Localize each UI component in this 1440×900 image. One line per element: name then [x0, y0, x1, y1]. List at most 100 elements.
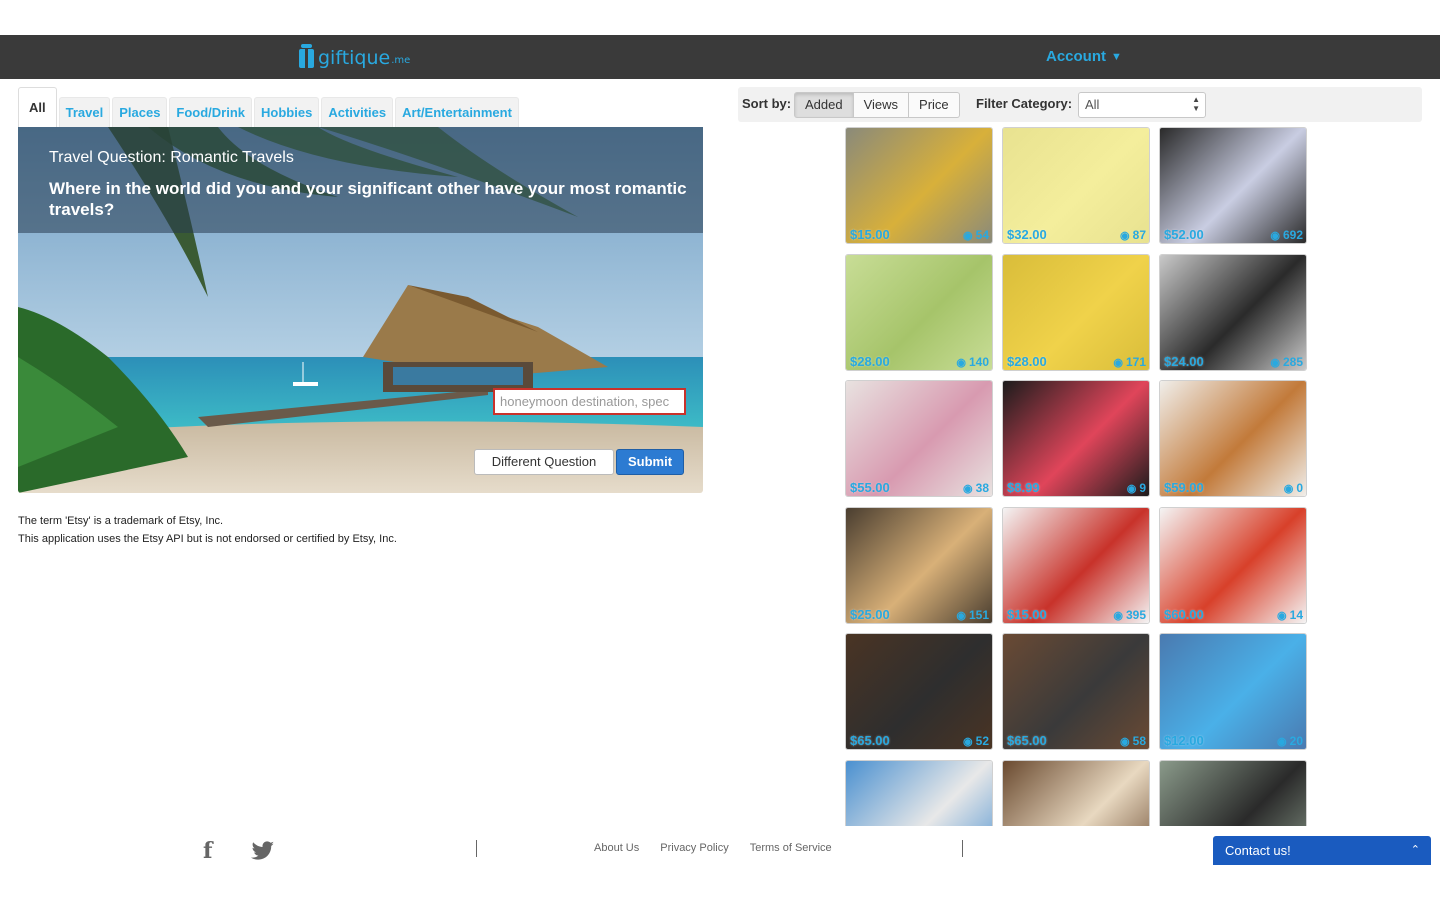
question-text: Where in the world did you and your sign…	[49, 179, 687, 219]
product-views: ◉ 395	[1113, 608, 1146, 622]
tab-hobbies[interactable]: Hobbies	[254, 97, 320, 127]
product-image	[1003, 634, 1149, 749]
filter-category-label: Filter Category:	[976, 96, 1073, 111]
privacy-policy-link[interactable]: Privacy Policy	[660, 842, 728, 854]
product-card[interactable]: $59.00 ◉ 0	[1159, 380, 1307, 497]
eye-icon: ◉	[1120, 229, 1130, 242]
product-card[interactable]: $65.00 ◉ 52	[845, 633, 993, 750]
product-views: ◉ 58	[1120, 734, 1146, 748]
view-count: 9	[1139, 481, 1146, 495]
product-image	[1160, 128, 1306, 243]
product-image	[1003, 255, 1149, 370]
sort-views-button[interactable]: Views	[853, 92, 910, 118]
view-count: 171	[1125, 355, 1146, 369]
view-count: 14	[1289, 608, 1303, 622]
product-card[interactable]: $28.00 ◉ 171	[1002, 254, 1150, 371]
tab-all[interactable]: All	[18, 87, 57, 127]
product-views: ◉ 54	[963, 228, 989, 242]
footer: f About Us Privacy Policy Terms of Servi…	[0, 826, 1440, 871]
tab-travel[interactable]: Travel	[58, 97, 111, 127]
product-image	[846, 508, 992, 623]
view-count: 54	[975, 228, 989, 242]
product-image	[846, 761, 992, 827]
sort-added-button[interactable]: Added	[794, 92, 854, 118]
product-card[interactable]: $60.00 ◉ 14	[1159, 507, 1307, 624]
product-price: $60.00	[1164, 607, 1204, 622]
product-price: $25.00	[850, 607, 890, 622]
logo-suffix: .me	[391, 55, 411, 66]
answer-input[interactable]	[493, 388, 686, 415]
eye-icon: ◉	[1113, 609, 1123, 622]
product-image	[1003, 508, 1149, 623]
sort-price-button[interactable]: Price	[909, 92, 960, 118]
eye-icon: ◉	[956, 356, 966, 369]
product-card[interactable]	[845, 760, 993, 827]
product-card[interactable]: $32.00 ◉ 87	[1002, 127, 1150, 244]
category-tabs: All Travel Places Food/Drink Hobbies Act…	[18, 87, 521, 127]
product-image	[846, 381, 992, 496]
product-image	[846, 255, 992, 370]
product-card[interactable]	[1002, 760, 1150, 827]
product-views: ◉ 151	[956, 608, 989, 622]
view-count: 395	[1125, 608, 1146, 622]
product-views: ◉ 285	[1270, 355, 1303, 369]
sort-filter-bar: Sort by: Added Views Price Filter Catego…	[738, 87, 1422, 122]
account-menu[interactable]: Account ▼	[1046, 48, 1122, 65]
product-card[interactable]: $65.00 ◉ 58	[1002, 633, 1150, 750]
product-card[interactable]: $55.00 ◉ 38	[845, 380, 993, 497]
product-card[interactable]: $28.00 ◉ 140	[845, 254, 993, 371]
chevron-down-icon: ▼	[1111, 50, 1122, 63]
product-card[interactable]: $25.00 ◉ 151	[845, 507, 993, 624]
product-price: $32.00	[1007, 227, 1047, 242]
view-count: 692	[1282, 228, 1303, 242]
view-count: 285	[1282, 355, 1303, 369]
product-price: $28.00	[1007, 354, 1047, 369]
eye-icon: ◉	[1277, 609, 1287, 622]
facebook-icon[interactable]: f	[203, 838, 217, 864]
view-count: 58	[1132, 734, 1146, 748]
product-price: $52.00	[1164, 227, 1204, 242]
view-count: 151	[968, 608, 989, 622]
tab-art-entertainment[interactable]: Art/Entertainment	[395, 97, 519, 127]
product-card[interactable]: $15.00 ◉ 395	[1002, 507, 1150, 624]
tab-places[interactable]: Places	[112, 97, 168, 127]
filter-category-select[interactable]: All ▲ ▼	[1078, 92, 1206, 118]
product-price: $15.00	[850, 227, 890, 242]
view-count: 38	[975, 481, 989, 495]
different-question-button[interactable]: Different Question	[474, 449, 614, 475]
product-card[interactable]: $8.99 ◉ 9	[1002, 380, 1150, 497]
eye-icon: ◉	[963, 482, 973, 495]
footer-divider	[962, 840, 963, 857]
eye-icon: ◉	[963, 229, 973, 242]
legal-line-api: This application uses the Etsy API but i…	[18, 533, 397, 545]
product-card[interactable]: $12.00 ◉ 20	[1159, 633, 1307, 750]
product-image	[1003, 381, 1149, 496]
sort-button-group: Added Views Price	[794, 92, 960, 118]
contact-us-widget[interactable]: Contact us! ⌃	[1213, 836, 1431, 865]
product-image	[1003, 761, 1149, 827]
eye-icon: ◉	[1277, 735, 1287, 748]
product-price: $65.00	[1007, 733, 1047, 748]
submit-button[interactable]: Submit	[616, 449, 684, 475]
product-price: $24.00	[1164, 354, 1204, 369]
product-card[interactable]	[1159, 760, 1307, 827]
tab-food-drink[interactable]: Food/Drink	[169, 97, 253, 127]
product-views: ◉ 692	[1270, 228, 1303, 242]
terms-of-service-link[interactable]: Terms of Service	[750, 842, 832, 854]
eye-icon: ◉	[963, 735, 973, 748]
product-price: $28.00	[850, 354, 890, 369]
question-panel: Travel Question: Romantic Travels Where …	[18, 127, 703, 493]
logo[interactable]: giftique .me	[298, 43, 410, 69]
product-price: $65.00	[850, 733, 890, 748]
about-us-link[interactable]: About Us	[594, 842, 639, 854]
social-links: f	[203, 838, 275, 864]
tab-activities[interactable]: Activities	[321, 97, 394, 127]
product-views: ◉ 171	[1113, 355, 1146, 369]
product-views: ◉ 140	[956, 355, 989, 369]
twitter-icon[interactable]	[251, 841, 275, 861]
eye-icon: ◉	[956, 609, 966, 622]
product-card[interactable]: $24.00 ◉ 285	[1159, 254, 1307, 371]
product-card[interactable]: $15.00 ◉ 54	[845, 127, 993, 244]
eye-icon: ◉	[1113, 356, 1123, 369]
product-card[interactable]: $52.00 ◉ 692	[1159, 127, 1307, 244]
